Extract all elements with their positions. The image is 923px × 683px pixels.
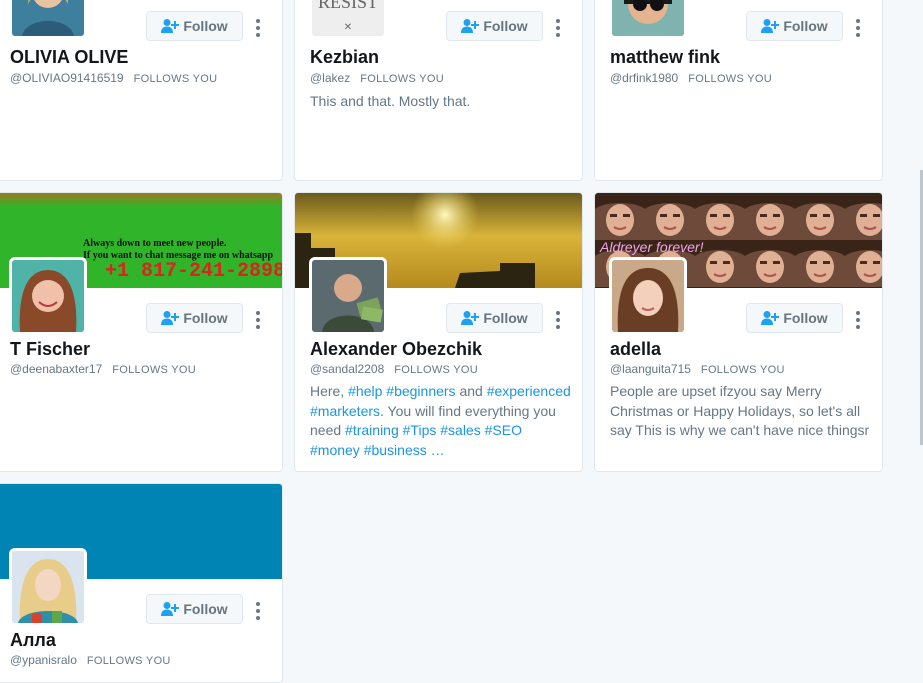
follows-you-badge: FOLLOWS YOU — [360, 73, 444, 85]
user-handle[interactable]: @laanguita715 — [610, 362, 691, 376]
follow-button[interactable]: Follow — [446, 11, 543, 41]
follow-icon — [761, 18, 779, 34]
banner-text: Aldreyer forever! — [600, 239, 704, 255]
user-card: Always down to meet new people. If you w… — [0, 192, 283, 472]
hashtag-link[interactable]: #sales — [440, 422, 480, 438]
user-name[interactable]: Алла — [10, 630, 56, 651]
hashtag-link[interactable]: #training — [345, 422, 399, 438]
follow-icon — [461, 18, 479, 34]
hashtag-link[interactable]: #money — [310, 442, 360, 458]
user-meta: @OLIVIAO91416519 FOLLOWS YOU — [10, 71, 217, 85]
follow-icon — [161, 310, 179, 326]
user-handle[interactable]: @ypanisralo — [10, 653, 77, 667]
more-options-icon[interactable] — [551, 17, 565, 39]
more-options-icon[interactable] — [851, 17, 865, 39]
bio-ellipsis: … — [426, 441, 445, 458]
user-card: Follow OLIVIA OLIVE @OLIVIAO91416519 FOLL… — [0, 0, 283, 181]
user-card: Follow matthew fink @drfink1980 FOLLOWS Y… — [594, 0, 883, 181]
bio-text: Here, — [310, 383, 349, 399]
user-name[interactable]: adella — [610, 339, 661, 360]
follow-label: Follow — [183, 310, 228, 326]
user-name[interactable]: matthew fink — [610, 47, 720, 68]
hashtag-link[interactable]: #SEO — [485, 422, 522, 438]
follow-button[interactable]: Follow — [746, 11, 843, 41]
bio-text: and — [455, 383, 487, 399]
hashtag-link[interactable]: #marketers — [310, 403, 380, 419]
user-name[interactable]: Kezbian — [310, 47, 379, 68]
avatar[interactable] — [9, 0, 87, 39]
follow-label: Follow — [783, 310, 828, 326]
follow-icon — [161, 18, 179, 34]
follow-icon — [761, 310, 779, 326]
user-card: Aldreyer forever! Follow adella @laangui… — [594, 192, 883, 472]
hashtag-link[interactable]: #business — [364, 442, 427, 458]
user-card: RESIST ✕ Follow Kezbian @lakez FOLLOWS YO… — [294, 0, 583, 181]
user-card: Follow Alexander Obezchik @sandal2208 FOL… — [294, 192, 583, 472]
avatar[interactable]: RESIST ✕ — [309, 0, 387, 39]
user-bio: This and that. Mostly that. — [310, 93, 471, 109]
avatar-resist-text: RESIST — [318, 0, 378, 12]
user-meta: @ypanisralo FOLLOWS YOU — [10, 653, 171, 667]
banner-phone: +1 817-241-2898 — [105, 260, 282, 283]
more-options-icon[interactable] — [551, 309, 565, 331]
follow-label: Follow — [783, 18, 828, 34]
follow-label: Follow — [183, 601, 228, 617]
follows-you-badge: FOLLOWS YOU — [86, 655, 171, 667]
user-name[interactable]: Alexander Obezchik — [310, 339, 482, 360]
follows-you-badge: FOLLOWS YOU — [688, 73, 773, 85]
follow-label: Follow — [183, 18, 228, 34]
user-name[interactable]: OLIVIA OLIVE — [10, 47, 128, 68]
hashtag-link[interactable]: #Tips — [403, 422, 437, 438]
follow-button[interactable]: Follow — [146, 303, 243, 333]
follow-icon — [161, 601, 179, 617]
user-handle[interactable]: @OLIVIAO91416519 — [10, 71, 124, 85]
hashtag-link[interactable]: #experienced — [487, 383, 571, 399]
more-options-icon[interactable] — [851, 309, 865, 331]
avatar[interactable] — [9, 548, 87, 626]
user-meta: @lakez FOLLOWS YOU — [310, 71, 444, 85]
more-options-icon[interactable] — [251, 600, 265, 622]
user-meta: @drfink1980 FOLLOWS YOU — [610, 71, 772, 85]
more-options-icon[interactable] — [251, 309, 265, 331]
user-handle[interactable]: @sandal2208 — [310, 362, 384, 376]
avatar[interactable] — [309, 257, 387, 335]
avatar[interactable] — [609, 0, 687, 39]
user-handle[interactable]: @deenabaxter17 — [10, 362, 102, 376]
follow-button[interactable]: Follow — [146, 594, 243, 624]
svg-text:✕: ✕ — [344, 22, 352, 33]
user-name[interactable]: T Fischer — [10, 339, 90, 360]
user-bio: People are upset ifzyou say Merry Christ… — [610, 383, 870, 438]
follows-you-badge: FOLLOWS YOU — [700, 364, 785, 376]
banner-line-1: Always down to meet new people. — [83, 238, 227, 249]
user-bio: Here, #help #beginners and #experienced … — [310, 382, 572, 460]
follows-you-badge: FOLLOWS YOU — [394, 364, 479, 376]
follow-button[interactable]: Follow — [446, 303, 543, 333]
hashtag-link[interactable]: #help — [348, 383, 382, 399]
follow-label: Follow — [483, 18, 528, 34]
avatar[interactable] — [9, 257, 87, 335]
user-meta: @laanguita715 FOLLOWS YOU — [610, 362, 785, 376]
follows-you-badge: FOLLOWS YOU — [133, 73, 218, 85]
follow-button[interactable]: Follow — [146, 11, 243, 41]
user-card: Follow Алла @ypanisralo FOLLOWS YOU — [0, 483, 283, 683]
user-meta: @deenabaxter17 FOLLOWS YOU — [10, 362, 196, 376]
more-options-icon[interactable] — [251, 17, 265, 39]
follows-you-badge: FOLLOWS YOU — [112, 364, 197, 376]
hashtag-link[interactable]: #beginners — [386, 383, 455, 399]
user-meta: @sandal2208 FOLLOWS YOU — [310, 362, 478, 376]
avatar[interactable] — [609, 257, 687, 335]
follow-icon — [461, 310, 479, 326]
user-handle[interactable]: @drfink1980 — [610, 71, 678, 85]
banner-text: Always down to meet new people. If you w… — [83, 238, 273, 262]
user-handle[interactable]: @lakez — [310, 71, 350, 85]
follow-label: Follow — [483, 310, 528, 326]
follow-button[interactable]: Follow — [746, 303, 843, 333]
